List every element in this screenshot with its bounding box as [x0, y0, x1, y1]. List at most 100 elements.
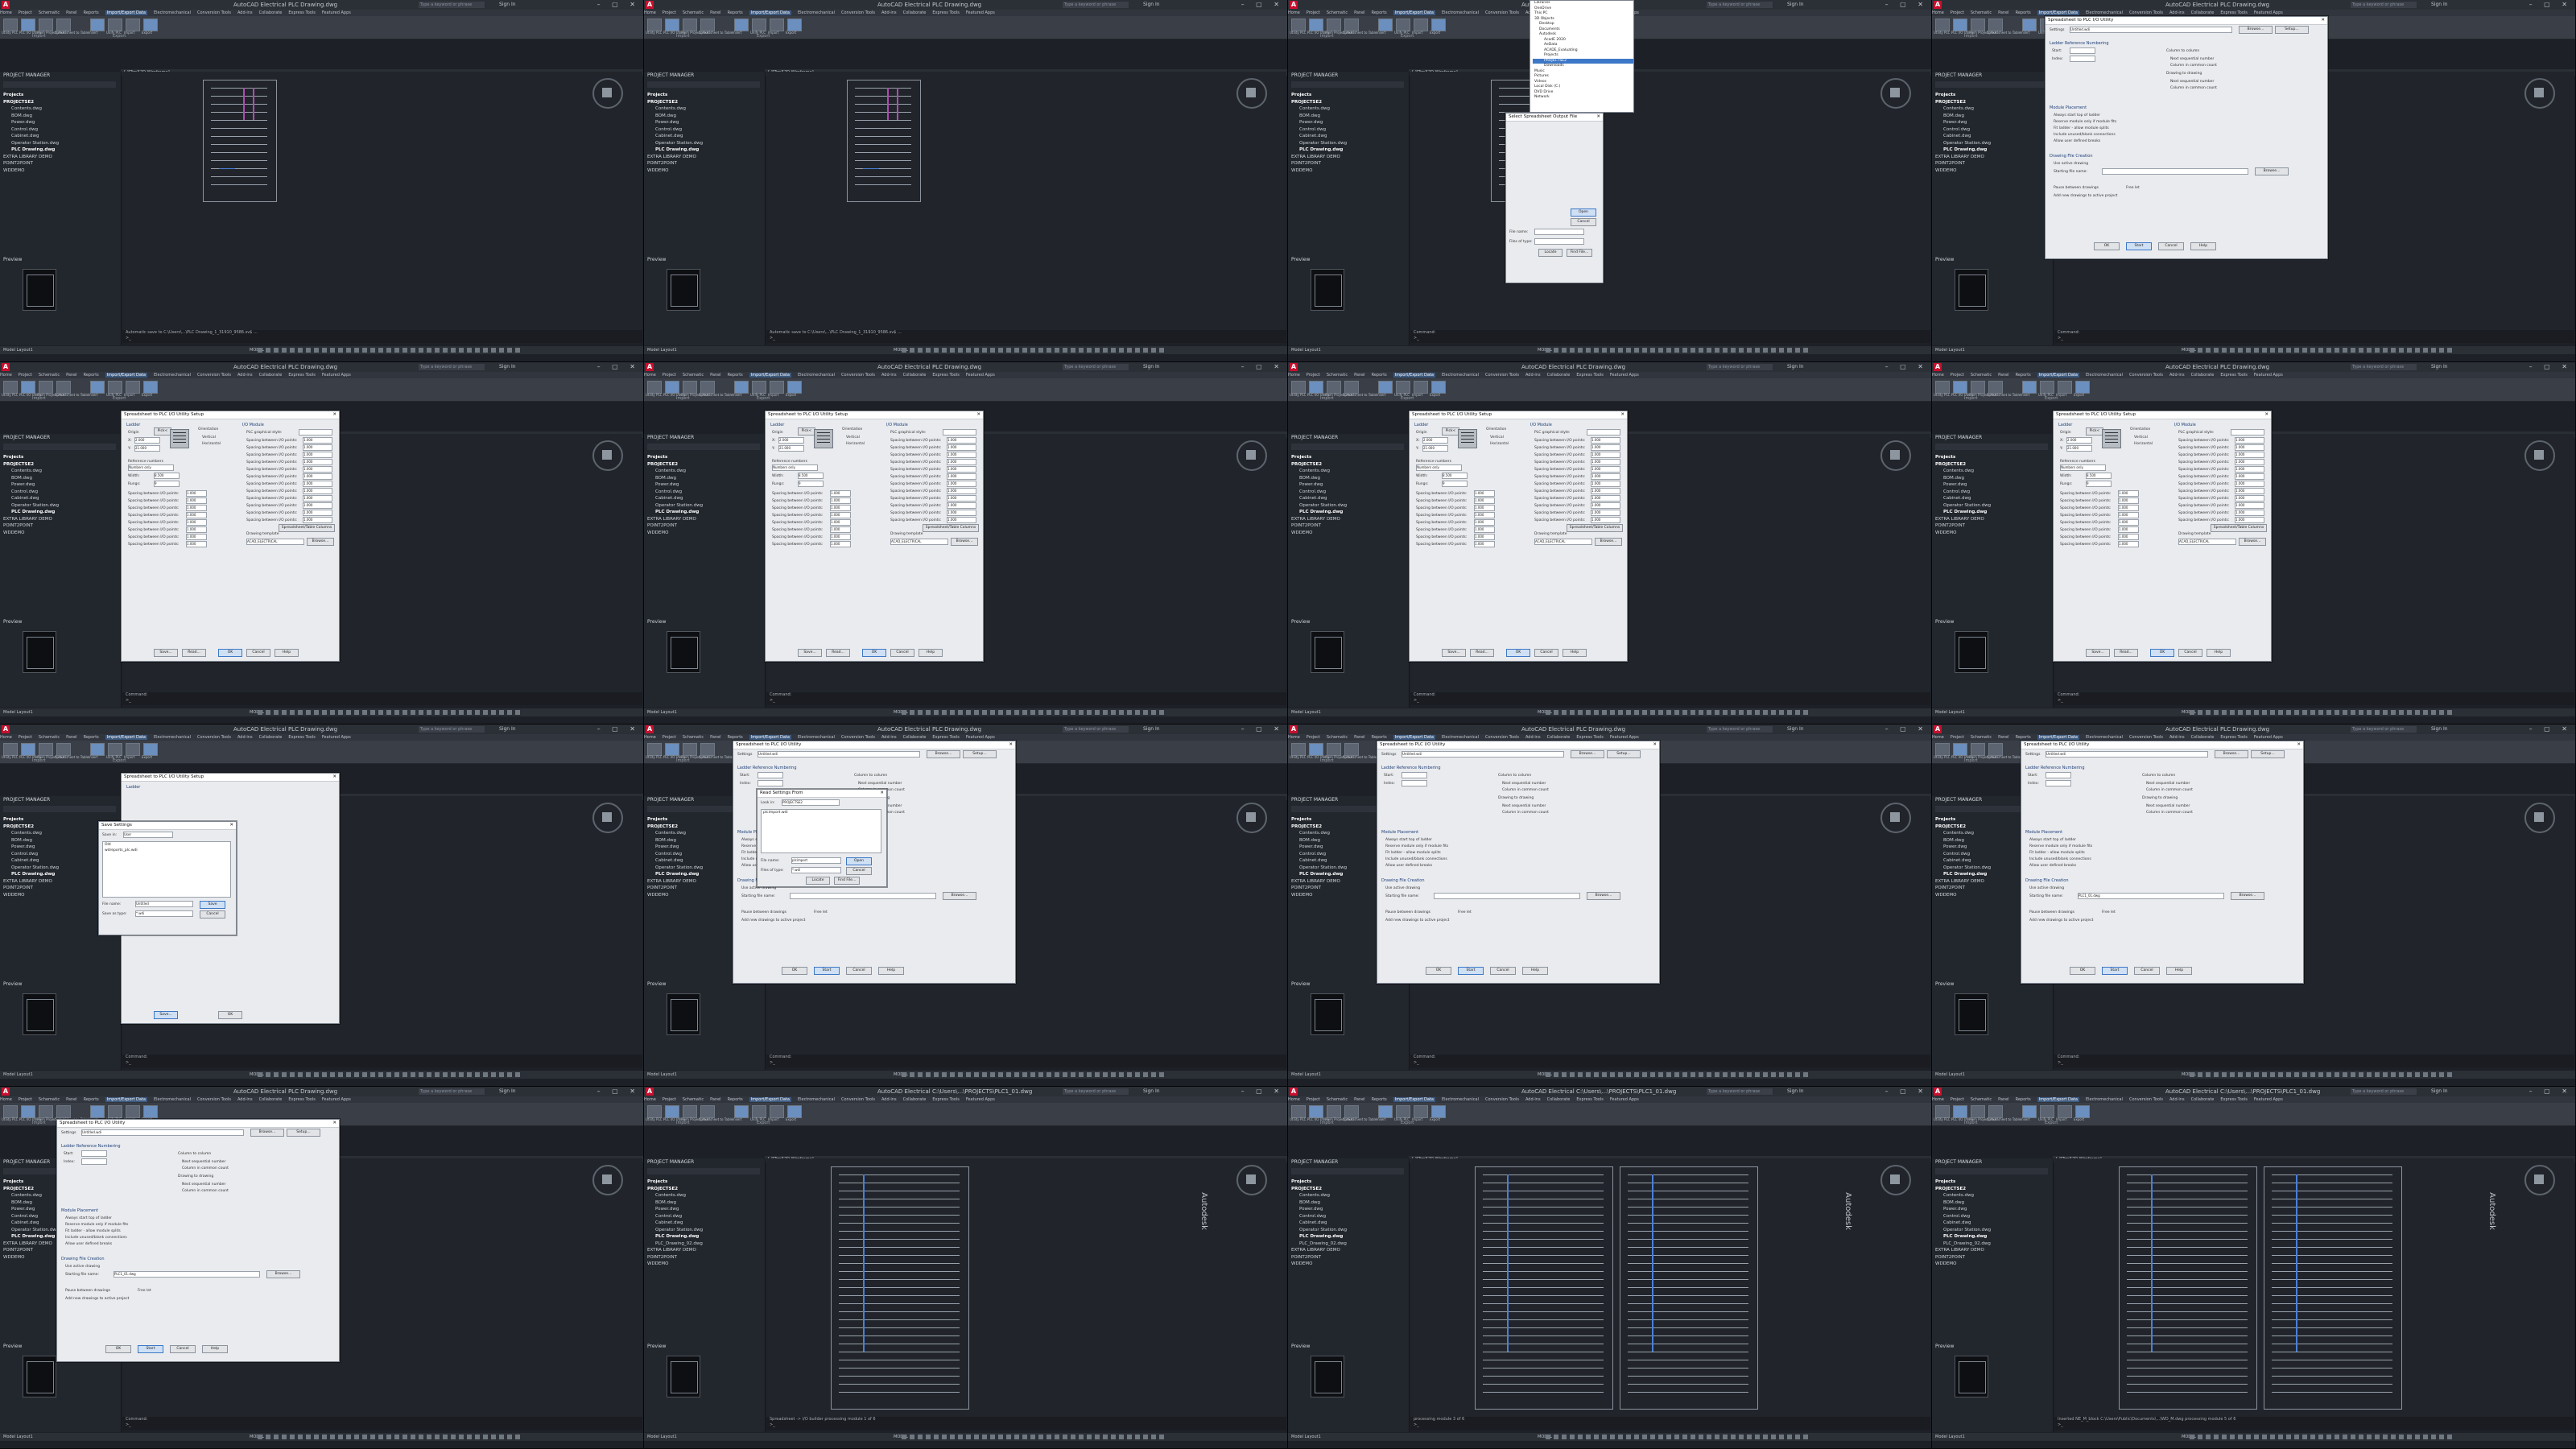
drawing-item[interactable]: Control.dwg	[1935, 1213, 1991, 1220]
other-project-item[interactable]: POINT2POINT	[3, 522, 59, 530]
ribbon-tab[interactable]: Add-ins	[237, 735, 253, 740]
ribbon-tab[interactable]: Import/Export Data	[2037, 373, 2079, 378]
project-manager-toolbar[interactable]	[3, 806, 116, 812]
ribbon-tab[interactable]: Add-ins	[2169, 735, 2185, 740]
ribbon-tab[interactable]: Add-ins	[881, 735, 897, 740]
drawing-item[interactable]: BOM.dwg	[1291, 475, 1347, 482]
ribbon-button-icon[interactable]	[1953, 1105, 1967, 1118]
command-line[interactable]: Command: >_	[122, 692, 642, 705]
pick-button[interactable]: Pick<	[2086, 427, 2103, 436]
window-controls[interactable]: – ▢ ✕	[1241, 0, 1284, 10]
drawing-item[interactable]: Operator Station.dwg	[1935, 1227, 1991, 1234]
ribbon-tab[interactable]: Electromechanical	[154, 735, 191, 740]
input-field[interactable]: 1.000	[830, 534, 851, 540]
ribbon-button-icon[interactable]	[126, 19, 140, 31]
layout-tabs[interactable]: Model Layout1	[3, 346, 33, 354]
input-field[interactable]: 1.000	[830, 526, 851, 533]
window-controls[interactable]: – ▢ ✕	[2529, 0, 2572, 10]
cancel-button[interactable]: Cancel	[170, 1345, 196, 1353]
ribbon-button-icon[interactable]	[700, 743, 715, 756]
projects-section-label[interactable]: Projects	[1935, 92, 1991, 99]
template-field[interactable]: ACAD_ELECTRICAL	[246, 539, 304, 545]
ribbon-button-icon[interactable]	[1971, 381, 1985, 394]
project-tree[interactable]: Projects PROJECTSE2 Contents.dwg BOM.dwg Pow…	[1291, 816, 1347, 898]
drawing-item[interactable]: Contents.dwg	[1291, 830, 1347, 837]
status-toggle-icons[interactable]	[258, 1072, 523, 1077]
drawing-item[interactable]: BOM.dwg	[1291, 1199, 1347, 1207]
cancel-button[interactable]: Cancel	[890, 649, 914, 657]
active-project-item[interactable]: PROJECTSE2	[1935, 461, 1991, 469]
other-project-item[interactable]: EXTRA LIBRARY DEMO	[1935, 878, 1991, 886]
project-manager-toolbar[interactable]	[3, 81, 116, 88]
input-field[interactable]: 1.000	[2118, 541, 2139, 547]
ribbon-tab[interactable]: Express Tools	[1576, 373, 1603, 378]
ribbon-tab[interactable]: Import/Export Data	[105, 1097, 147, 1102]
ribbon-button-icon[interactable]	[2075, 1105, 2090, 1118]
input-field[interactable]: 1.000	[1591, 495, 1620, 502]
ribbon-button-icon[interactable]	[700, 1105, 715, 1118]
ribbon-button-icon[interactable]	[665, 381, 679, 394]
command-prompt[interactable]: >_	[126, 698, 642, 704]
command-prompt[interactable]: >_	[2058, 336, 2574, 341]
input-field[interactable]: 1.000	[186, 534, 207, 540]
ok-button[interactable]: OK	[218, 1011, 242, 1019]
ribbon-tab[interactable]: Import/Export Data	[105, 735, 147, 740]
ribbon-tab[interactable]: Add-ins	[237, 10, 253, 15]
other-project-item[interactable]: WDDEMO	[3, 892, 59, 899]
ribbon-tabs[interactable]: Home Project Schematic Panel Reports Import/E…	[0, 10, 643, 16]
drawing-item[interactable]: Contents.dwg	[647, 468, 703, 475]
ribbon-button-icon[interactable]	[143, 19, 158, 31]
sign-in-link[interactable]: Sign In	[2431, 724, 2448, 734]
other-project-item[interactable]: POINT2POINT	[1935, 160, 1991, 167]
drawing-canvas[interactable]	[766, 72, 1286, 332]
ok-button[interactable]: OK	[862, 649, 886, 657]
project-tree[interactable]: Projects PROJECTSE2 Contents.dwg BOM.dwg Pow…	[1291, 92, 1347, 174]
ribbon-tab[interactable]: Express Tools	[2220, 735, 2247, 740]
input-field[interactable]: 1.000	[830, 497, 851, 504]
ribbon-button-icon[interactable]	[1988, 381, 2003, 394]
other-project-item[interactable]: POINT2POINT	[647, 522, 703, 530]
ribbon-tab[interactable]: Featured Apps	[2254, 10, 2283, 15]
drawing-item[interactable]: Contents.dwg	[647, 105, 703, 113]
project-manager-toolbar[interactable]	[1935, 1168, 2048, 1174]
help-button[interactable]: Help	[1563, 649, 1587, 657]
input-field[interactable]: 1.000	[947, 466, 976, 473]
viewcube-icon[interactable]	[1880, 1165, 1911, 1195]
browse-button[interactable]: Browse...	[2215, 750, 2248, 758]
file-name-input[interactable]: plcimport	[791, 857, 841, 864]
input-field[interactable]: 1.000	[2235, 481, 2264, 487]
status-toggle-icons[interactable]	[2190, 1435, 2455, 1439]
width-field[interactable]: 8.500	[154, 473, 180, 479]
ribbon-button-icon[interactable]	[1396, 1105, 1410, 1118]
command-line[interactable]: Command: >_	[122, 1055, 642, 1067]
drawing-item[interactable]: Operator Station.dwg	[3, 140, 59, 147]
ribbon-tab[interactable]: Panel	[1354, 10, 1365, 15]
projects-section-label[interactable]: Projects	[647, 1179, 703, 1186]
ribbon-tab[interactable]: Panel	[1998, 373, 2009, 378]
help-button[interactable]: Help	[2207, 649, 2231, 657]
active-project-item[interactable]: PROJECTSE2	[1291, 99, 1347, 106]
ribbon-tab[interactable]: Import/Export Data	[749, 1097, 791, 1102]
drawing-item[interactable]: Cabinet.dwg	[3, 133, 59, 140]
project-tree[interactable]: Projects PROJECTSE2 Contents.dwg BOM.dwg Pow…	[3, 1179, 59, 1261]
drawing-item[interactable]: Power.dwg	[1935, 119, 1991, 126]
drawing-item[interactable]: BOM.dwg	[1935, 1199, 1991, 1207]
ribbon-tab[interactable]: Add-ins	[1525, 373, 1541, 378]
help-button[interactable]: Help	[2190, 242, 2216, 250]
drawing-item[interactable]: PLC_Drawing_02.dwg	[647, 1241, 703, 1248]
project-tree[interactable]: Projects PROJECTSE2 Contents.dwg BOM.dwg Pow…	[1291, 1179, 1347, 1268]
ribbon-tab[interactable]: Express Tools	[932, 373, 959, 378]
ribbon-button-icon[interactable]	[21, 381, 35, 394]
close-icon[interactable]: ✕	[332, 411, 336, 419]
drawing-item[interactable]: BOM.dwg	[1935, 113, 1991, 120]
sign-in-link[interactable]: Sign In	[499, 0, 516, 10]
input-field[interactable]: 1.000	[2235, 495, 2264, 502]
autocad-logo-icon[interactable]: A	[1290, 725, 1298, 733]
ribbon-tab[interactable]: Conversion Tools	[197, 1097, 231, 1102]
ribbon-tab[interactable]: Schematic	[1971, 1097, 1992, 1102]
drawing-item[interactable]: Operator Station.dwg	[647, 1227, 703, 1234]
rungs-field[interactable]: 9	[2086, 481, 2112, 487]
drawing-item[interactable]: PLC_Drawing_02.dwg	[1291, 1241, 1347, 1248]
ribbon-tab[interactable]: Electromechanical	[1442, 10, 1479, 15]
input-field[interactable]: 1.000	[2235, 502, 2264, 509]
